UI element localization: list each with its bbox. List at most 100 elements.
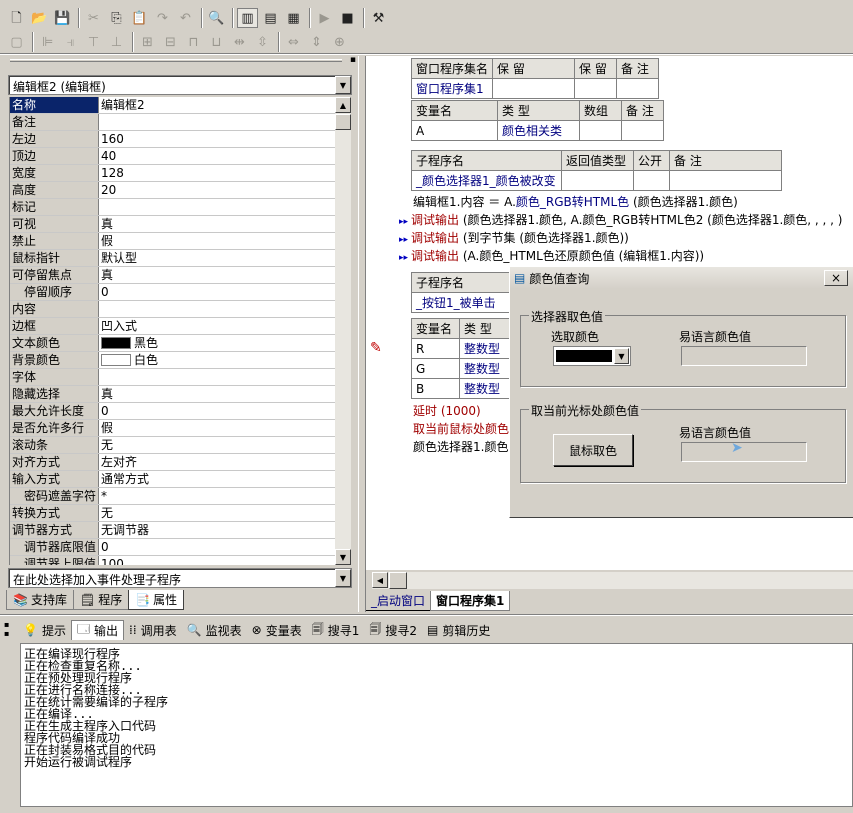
- property-value[interactable]: 白色: [99, 352, 335, 368]
- property-row[interactable]: 停留顺序 0: [10, 284, 335, 301]
- property-value[interactable]: 假: [99, 233, 335, 249]
- property-row[interactable]: 隐藏选择真: [10, 386, 335, 403]
- table-cell[interactable]: [561, 170, 634, 191]
- property-value[interactable]: [99, 114, 335, 130]
- property-value[interactable]: [99, 369, 335, 385]
- property-scrollbar[interactable]: ▲ ▼: [335, 97, 351, 565]
- cut-icon[interactable]: ✂: [83, 8, 104, 28]
- property-value[interactable]: 左对齐: [99, 454, 335, 470]
- tab-program[interactable]: 🗒 程序: [72, 590, 130, 610]
- align-bottom-icon[interactable]: ⊥: [106, 32, 127, 52]
- tab-search2[interactable]: 🗐 搜寻2: [364, 620, 422, 640]
- property-row[interactable]: 调节器方式 无调节器: [10, 522, 335, 539]
- property-value[interactable]: 默认型: [99, 250, 335, 266]
- tab-watch[interactable]: 🔍 监视表: [182, 620, 247, 640]
- close-button[interactable]: ×: [824, 270, 848, 286]
- object-selector[interactable]: 编辑框2 (编辑框) ▼: [8, 75, 352, 95]
- property-row[interactable]: 鼠标指针 默认型: [10, 250, 335, 267]
- tab-search1[interactable]: 🗐 搜寻1: [307, 620, 365, 640]
- chevron-down-icon[interactable]: ▼: [614, 348, 629, 364]
- property-row[interactable]: 备注: [10, 114, 335, 131]
- property-value[interactable]: 无: [99, 505, 335, 521]
- copy-icon[interactable]: ⎘: [106, 8, 127, 28]
- property-value[interactable]: [99, 199, 335, 215]
- tab-call-table[interactable]: ⁞⁞ 调用表: [124, 620, 182, 640]
- run-icon[interactable]: ▶: [314, 8, 335, 28]
- tab-hint[interactable]: 💡 提示: [18, 620, 71, 640]
- table-cell[interactable]: [492, 78, 576, 99]
- table-cell[interactable]: [579, 120, 622, 141]
- scroll-thumb[interactable]: [389, 572, 407, 589]
- dialog-titlebar[interactable]: ▤ 颜色值查询 ×: [510, 267, 853, 289]
- property-row[interactable]: 禁止假: [10, 233, 335, 250]
- scroll-down-icon[interactable]: ▼: [335, 549, 351, 565]
- property-value[interactable]: 无: [99, 437, 335, 453]
- tab-startup-window[interactable]: _启动窗口: [366, 591, 431, 611]
- property-row[interactable]: 边框 凹入式: [10, 318, 335, 335]
- save-icon[interactable]: 💾: [52, 8, 73, 28]
- property-value[interactable]: 假: [99, 420, 335, 436]
- align-left-icon[interactable]: ⊫: [37, 32, 58, 52]
- property-value[interactable]: 黑色: [99, 335, 335, 351]
- layout2-icon[interactable]: ▤: [260, 8, 281, 28]
- property-value[interactable]: 40: [99, 148, 335, 164]
- tab-support-lib[interactable]: 📚 支持库: [6, 590, 74, 610]
- property-row[interactable]: 高度 20: [10, 182, 335, 199]
- layout1-icon[interactable]: ▥: [237, 8, 258, 28]
- scroll-up-icon[interactable]: ▲: [335, 97, 351, 113]
- property-value[interactable]: 0: [99, 403, 335, 419]
- property-value[interactable]: 编辑框2: [99, 97, 335, 113]
- mouse-pick-color-button[interactable]: 鼠标取色: [553, 434, 633, 466]
- redo-icon[interactable]: ↷: [152, 8, 173, 28]
- code-line[interactable]: ▸▸ 调试输出 (颜色选择器1.颜色, A.颜色_RGB转HTML色2 (颜色选择…: [399, 211, 843, 231]
- property-row[interactable]: 对齐方式 左对齐: [10, 454, 335, 471]
- property-row[interactable]: 标记: [10, 199, 335, 216]
- open-icon[interactable]: 📂: [29, 8, 50, 28]
- property-value[interactable]: *: [99, 488, 335, 504]
- property-row[interactable]: 最大允许长度 0: [10, 403, 335, 420]
- property-row[interactable]: 调节器上限值 100: [10, 556, 335, 565]
- tab-properties[interactable]: 📑 属性: [128, 590, 185, 610]
- space-v-icon[interactable]: ⇳: [252, 32, 273, 52]
- grid-icon[interactable]: ▢: [6, 32, 27, 52]
- space-h-icon[interactable]: ⇹: [229, 32, 250, 52]
- property-row[interactable]: 字体: [10, 369, 335, 386]
- table-cell[interactable]: G: [411, 358, 460, 379]
- center-v-icon[interactable]: ⊟: [160, 32, 181, 52]
- new-icon[interactable]: 🗋: [6, 8, 27, 28]
- tab-variables[interactable]: ⊗ 变量表: [247, 620, 307, 640]
- code-line[interactable]: 颜色选择器1.颜色: [413, 438, 508, 456]
- center-h-icon[interactable]: ⊞: [137, 32, 158, 52]
- property-value[interactable]: 160: [99, 131, 335, 147]
- property-value[interactable]: 真: [99, 216, 335, 232]
- splitter[interactable]: [358, 56, 366, 612]
- table-cell[interactable]: [633, 170, 670, 191]
- debug-icon[interactable]: ⚒: [368, 8, 389, 28]
- table-cell[interactable]: [574, 78, 618, 99]
- property-row[interactable]: 滚动条无: [10, 437, 335, 454]
- property-row[interactable]: 顶边 40: [10, 148, 335, 165]
- table-cell[interactable]: 颜色相关类: [497, 120, 580, 141]
- scroll-thumb[interactable]: [335, 114, 351, 130]
- property-value[interactable]: 128: [99, 165, 335, 181]
- size-w-icon[interactable]: ⇔: [283, 32, 304, 52]
- property-value[interactable]: [99, 301, 335, 317]
- property-row[interactable]: 宽度 128: [10, 165, 335, 182]
- property-value[interactable]: 0: [99, 539, 335, 555]
- property-value[interactable]: 20: [99, 182, 335, 198]
- chevron-down-icon[interactable]: ▼: [335, 569, 351, 587]
- chevron-down-icon[interactable]: ▼: [335, 76, 351, 94]
- table-cell[interactable]: 窗口程序集1: [410, 78, 494, 99]
- editor-hscrollbar[interactable]: ◀: [372, 572, 853, 589]
- table-cell[interactable]: B: [411, 378, 460, 399]
- property-row[interactable]: 密码遮盖字符 *: [10, 488, 335, 505]
- code-line[interactable]: 延时 (1000): [413, 402, 481, 420]
- tab-assembly-1[interactable]: 窗口程序集1: [430, 591, 511, 611]
- size-both-icon[interactable]: ⊕: [329, 32, 350, 52]
- cursor-color-value-field[interactable]: [681, 442, 807, 462]
- property-row[interactable]: 背景颜色 白色: [10, 352, 335, 369]
- align-top-icon[interactable]: ⊤: [83, 32, 104, 52]
- scroll-left-icon[interactable]: ◀: [372, 572, 388, 588]
- property-value[interactable]: 100: [99, 556, 335, 565]
- table-cell[interactable]: [621, 120, 664, 141]
